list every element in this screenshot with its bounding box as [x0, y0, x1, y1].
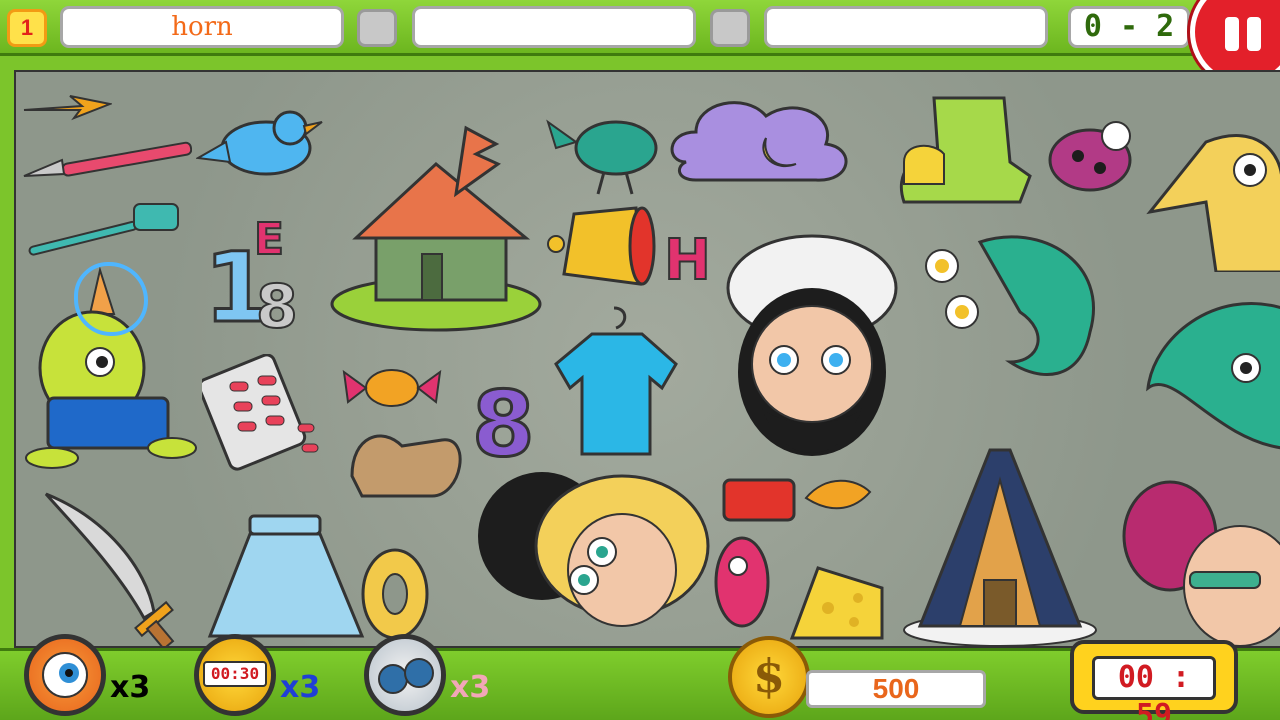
number-8-gray-item[interactable]: 8: [255, 271, 299, 343]
blue-bird-item[interactable]: [196, 92, 326, 192]
beret-woman-item[interactable]: [1120, 476, 1280, 648]
shirt-item[interactable]: [552, 304, 682, 460]
found-highlight-ring: [74, 262, 148, 336]
coin-balance: 500: [806, 670, 986, 708]
donut-item[interactable]: [358, 546, 432, 642]
letter-h-item[interactable]: H: [663, 227, 712, 294]
croc-monster-item[interactable]: [920, 222, 1120, 422]
night-cloud-item[interactable]: [666, 92, 856, 192]
coin-icon: $: [728, 636, 810, 718]
house-item[interactable]: [326, 124, 546, 334]
small-fish-item[interactable]: [708, 532, 778, 648]
skirt-item[interactable]: [202, 512, 372, 648]
green-bird-item[interactable]: [542, 100, 662, 196]
bell-item[interactable]: [544, 204, 660, 290]
cheese-item[interactable]: [788, 558, 888, 648]
top-bar: 1 horn 0 - 2: [0, 0, 1280, 56]
countdown-timer: 00 : 59: [1070, 640, 1238, 720]
llama-item[interactable]: [1146, 122, 1280, 272]
binoculars-icon: [378, 658, 434, 694]
binoculars-button[interactable]: [364, 634, 446, 716]
sword-item[interactable]: [36, 488, 186, 648]
spatula-item[interactable]: [24, 200, 194, 260]
target-word-1: horn: [171, 12, 233, 42]
score-display: 0 - 2: [1068, 6, 1190, 48]
pause-icon-bar: [1247, 17, 1261, 51]
game-screen: 1 horn 0 - 2 E 1 8 H 8 x3 00:30 x3 x3 $ …: [0, 0, 1280, 720]
bearded-man-item[interactable]: [712, 232, 912, 472]
shark-item[interactable]: [1134, 298, 1280, 458]
target-word-slot-2: [412, 6, 696, 48]
time-bonus-button[interactable]: 00:30: [194, 634, 276, 716]
eye-hint-button[interactable]: [24, 634, 106, 716]
pause-icon: [1225, 17, 1239, 51]
tent-item[interactable]: [900, 440, 1100, 648]
target-check-2: [357, 9, 397, 47]
foot-item[interactable]: [342, 416, 472, 506]
eye-icon: [42, 652, 88, 698]
target-word-slot-3: [764, 6, 1048, 48]
time-bonus-count: x3: [280, 670, 321, 705]
level-badge: 1: [7, 9, 47, 47]
target-check-3: [710, 9, 750, 47]
eye-hint-count: x3: [110, 670, 151, 705]
target-word-slot-1: horn: [60, 6, 344, 48]
boot-item[interactable]: [894, 92, 1034, 212]
timer-value: 00 : 59: [1092, 656, 1216, 720]
number-8-purple-item[interactable]: 8: [471, 371, 537, 479]
time-bonus-badge: 00:30: [210, 664, 260, 683]
binoculars-count: x3: [450, 670, 491, 705]
hidden-object-board[interactable]: E 1 8 H 8: [14, 70, 1280, 648]
paintbrush-item[interactable]: [22, 134, 192, 194]
arrow-item[interactable]: [22, 92, 112, 122]
ladybug-item[interactable]: [1036, 106, 1146, 196]
candy-item[interactable]: [342, 362, 442, 412]
woman-face-item[interactable]: [472, 466, 712, 646]
lipstick-item[interactable]: [716, 468, 876, 528]
clock-bonus-icon: 00:30: [203, 661, 267, 687]
pills-item[interactable]: [202, 354, 332, 474]
